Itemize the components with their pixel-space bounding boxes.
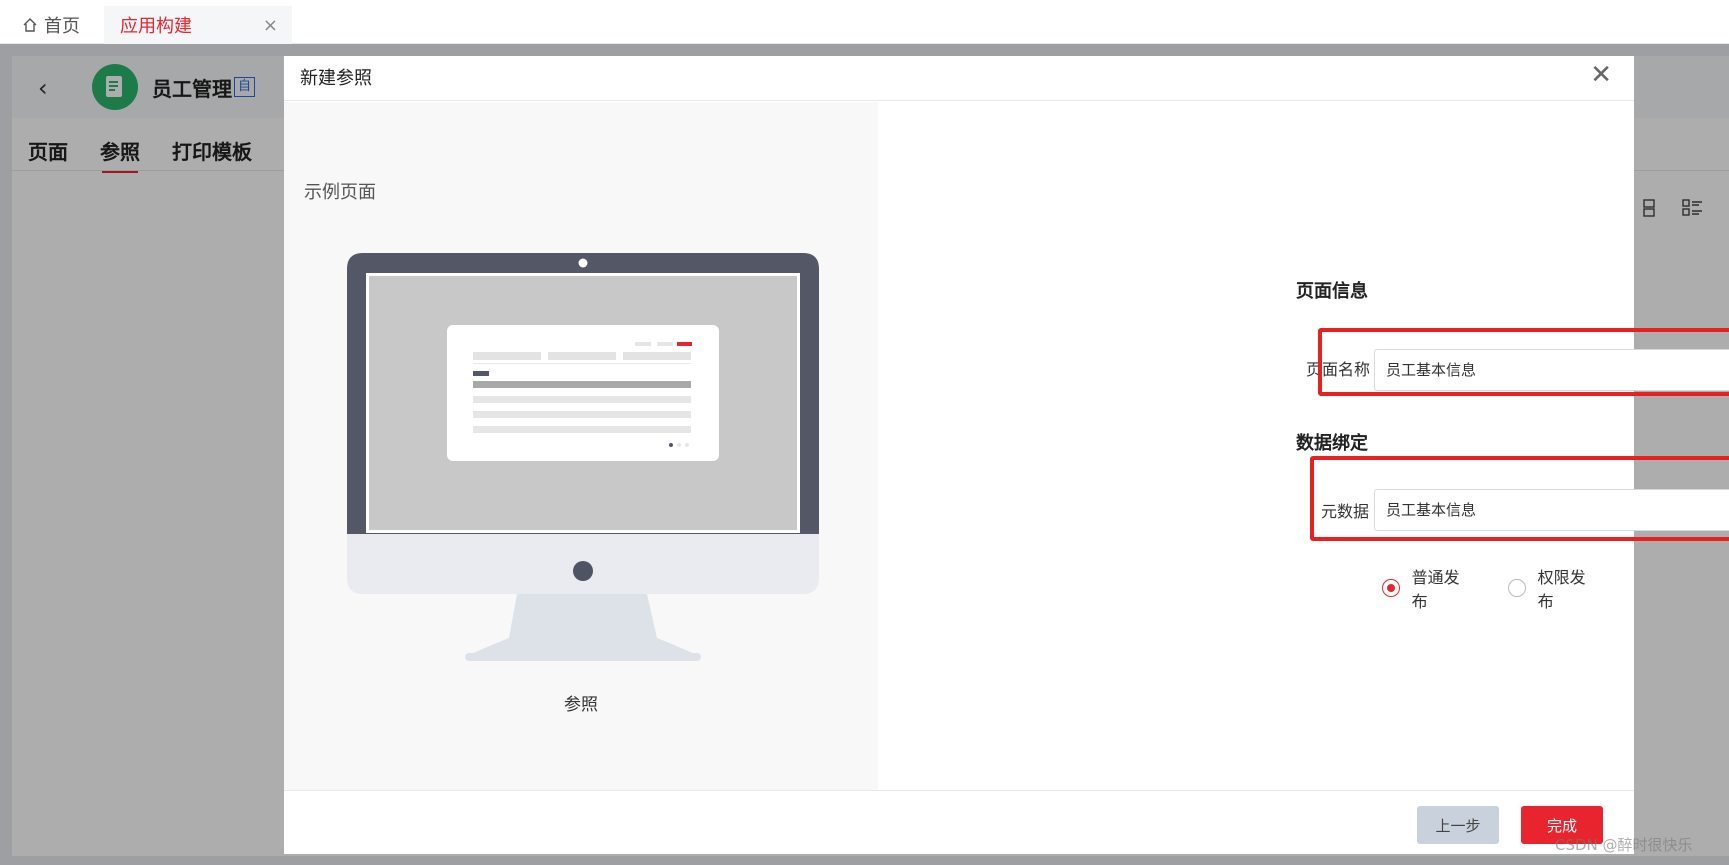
- watermark: CSDN @醉时很快乐: [1555, 836, 1693, 854]
- page-info-title: 页面信息: [1296, 281, 1368, 302]
- radio-label: 普通发布: [1411, 568, 1460, 611]
- dialog-title: 新建参照: [300, 68, 372, 89]
- previous-step-button[interactable]: 上一步: [1417, 806, 1499, 844]
- example-pane: 示例页面 参照: [284, 102, 878, 790]
- monitor-illustration: [347, 253, 819, 677]
- close-icon[interactable]: ✕: [1590, 60, 1612, 90]
- tab-app-build-label: 应用构建: [120, 16, 192, 37]
- example-page-label: 示例页面: [304, 182, 376, 203]
- data-binding-title: 数据绑定: [1296, 433, 1368, 454]
- tab-home[interactable]: 首页: [22, 6, 80, 44]
- tab-home-label: 首页: [44, 16, 80, 37]
- annotation-box: [1310, 456, 1729, 541]
- publish-type-radio-group: 普通发布 权限发布: [1382, 564, 1634, 612]
- new-reference-dialog: 新建参照 ✕ 示例页面 参照 页面信息 页面名称 员工基本信息 数据绑定 元数据…: [284, 56, 1729, 854]
- top-tab-bar: 首页 应用构建 ×: [0, 0, 1729, 44]
- home-icon: [22, 17, 38, 33]
- dialog-header: 新建参照 ✕: [284, 56, 1634, 101]
- radio-label: 权限发布: [1537, 568, 1586, 611]
- radio-normal-publish[interactable]: 普通发布: [1382, 564, 1474, 612]
- form-pane: 页面信息 页面名称 员工基本信息 数据绑定 元数据 员工基本信息 普通发布 权限…: [878, 102, 1729, 790]
- dialog-footer: 上一步 完成: [284, 790, 1634, 854]
- close-icon[interactable]: ×: [263, 15, 278, 36]
- radio-checked-icon[interactable]: [1382, 579, 1400, 597]
- example-caption: 参照: [564, 695, 598, 715]
- radio-permission-publish[interactable]: 权限发布: [1508, 564, 1600, 612]
- annotation-box: [1318, 328, 1729, 396]
- tab-app-build[interactable]: 应用构建 ×: [104, 6, 292, 44]
- radio-unchecked-icon[interactable]: [1508, 579, 1526, 597]
